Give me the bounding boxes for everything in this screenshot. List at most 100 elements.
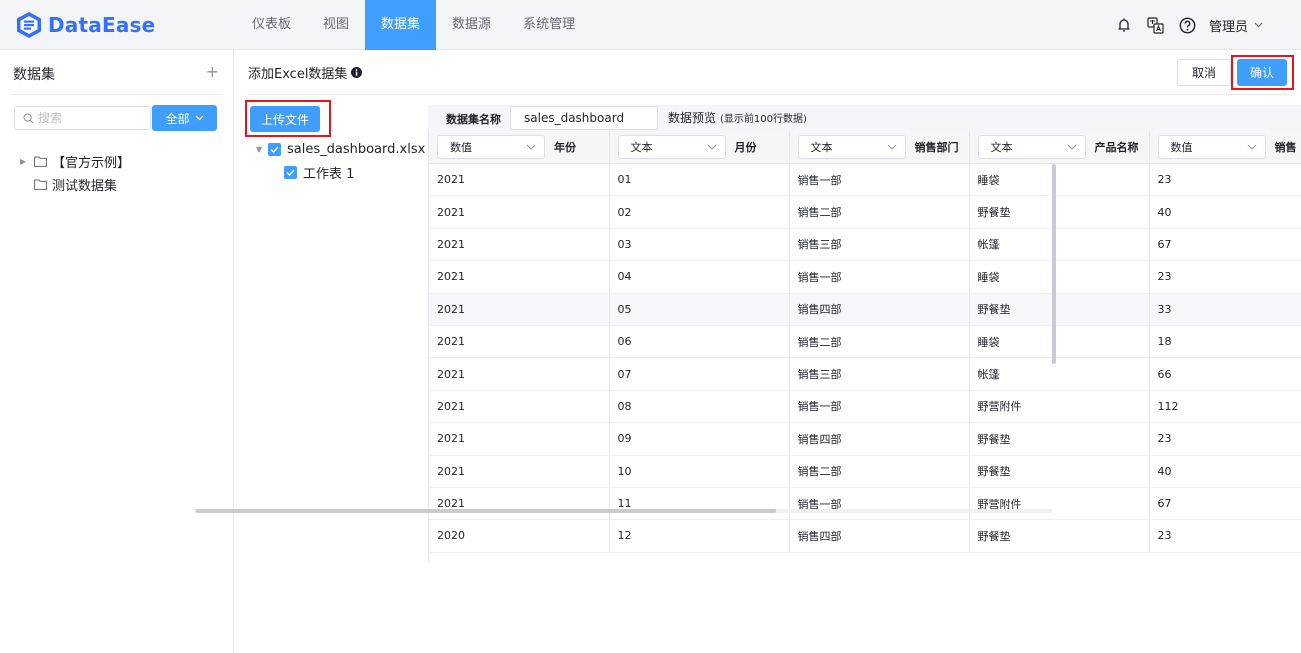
table-cell: 67	[1149, 228, 1301, 262]
nav-datasource[interactable]: 数据源	[436, 0, 507, 50]
field-type-select[interactable]: 文本	[797, 135, 906, 159]
sidebar-title: 数据集	[13, 67, 55, 83]
sheet-name: 工作表 1	[303, 167, 355, 182]
chevron-down-icon	[887, 144, 896, 150]
cancel-button[interactable]: 取消	[1177, 59, 1231, 86]
table-body: 2021 01 销售一部 睡袋 23 2021 02 销售二部 野餐垫 40 2021 03 销售三部帐…	[429, 163, 1301, 553]
table-row[interactable]: 2021 05 销售四部 野餐垫 33	[429, 293, 1301, 326]
table-cell: 2021	[429, 357, 610, 391]
table-row[interactable]: 2021 03 销售三部 帐篷 67	[429, 228, 1301, 262]
table-cell: 11	[609, 487, 790, 521]
horizontal-scrollbar[interactable]	[196, 509, 776, 513]
preview-table-container[interactable]: 数值 年份 文本 月份 文本 销售部门 文本 产品名称 数值 销售 2021 01 销售一部 睡袋 23 2…	[428, 131, 1301, 563]
table-cell: 帐篷	[969, 357, 1150, 391]
table-cell: 销售三部	[789, 357, 970, 391]
highlight-box	[1231, 55, 1294, 90]
notification-icon[interactable]	[1115, 16, 1133, 34]
help-icon[interactable]	[1179, 16, 1197, 34]
table-cell: 销售四部	[789, 422, 970, 456]
checkbox-checked[interactable]	[284, 166, 297, 179]
table-row[interactable]: 2021 06 销售二部 睡袋 18	[429, 325, 1301, 359]
table-header-row: 数值 年份 文本 月份 文本 销售部门 文本 产品名称 数值 销售	[429, 131, 1301, 164]
table-cell: 销售一部	[789, 260, 970, 294]
preview-table: 数值 年份 文本 月份 文本 销售部门 文本 产品名称 数值 销售 2021 01 销售一部 睡袋 23 2…	[429, 131, 1301, 553]
field-type-select[interactable]: 数值	[437, 135, 545, 159]
dataset-name-input[interactable]: sales_dashboard	[510, 106, 658, 130]
file-item[interactable]: ▼ sales_dashboard.xlsx	[256, 138, 425, 161]
table-row[interactable]: 2021 04 销售一部 睡袋 23	[429, 260, 1301, 294]
caret-down-icon[interactable]: ▼	[256, 145, 268, 154]
filter-label: 全部	[165, 111, 190, 126]
nav-dataset[interactable]: 数据集	[365, 0, 437, 50]
divider	[13, 94, 220, 95]
tree-item-test[interactable]: 测试数据集	[20, 173, 130, 196]
checkbox-checked[interactable]	[268, 143, 281, 156]
table-cell: 07	[609, 357, 790, 391]
table-cell: 销售一部	[789, 390, 970, 424]
filter-dropdown[interactable]: 全部	[152, 105, 217, 131]
add-icon[interactable]: +	[206, 62, 219, 81]
field-type-select[interactable]: 文本	[977, 135, 1086, 159]
chevron-down-icon	[707, 144, 716, 150]
table-cell: 野餐垫	[969, 422, 1150, 456]
dataease-logo-icon	[17, 12, 41, 38]
table-cell: 33	[1149, 293, 1301, 326]
table-cell: 2021	[429, 163, 610, 197]
table-cell: 2021	[429, 325, 610, 359]
main-content: 添加Excel数据集 取消 确认 上传文件 ▼ sales_dashboard.…	[234, 50, 1301, 653]
logo[interactable]: DataEase	[16, 10, 155, 40]
table-cell: 2020	[429, 519, 610, 553]
table-row[interactable]: 2021 09 销售四部 野餐垫 23	[429, 422, 1301, 456]
table-cell: 18	[1149, 325, 1301, 359]
field-type-select[interactable]: 数值	[1157, 135, 1266, 159]
table-cell: 2021	[429, 260, 610, 294]
translate-icon[interactable]	[1147, 16, 1165, 34]
info-icon[interactable]	[351, 67, 363, 78]
user-menu[interactable]: 管理员	[1209, 16, 1263, 35]
table-cell: 23	[1149, 163, 1301, 197]
dataset-sidebar: 数据集 + 全部 ▶ 【官方示例】 测试数据集	[0, 50, 234, 653]
main-nav: 仪表板 视图 数据集 数据源 系统管理	[236, 0, 591, 50]
folder-icon	[34, 179, 47, 190]
nav-dashboard[interactable]: 仪表板	[236, 0, 307, 50]
table-row[interactable]: 2021 11 销售一部 野营附件 67	[429, 487, 1301, 521]
search-input[interactable]	[38, 111, 138, 125]
caret-right-icon[interactable]: ▶	[20, 157, 32, 166]
check-icon	[270, 146, 279, 153]
table-cell: 销售三部	[789, 228, 970, 262]
table-cell: 销售二部	[789, 195, 970, 229]
table-row[interactable]: 2020 12 销售四部 野餐垫 23	[429, 519, 1301, 553]
sheet-item[interactable]: 工作表 1	[256, 161, 425, 184]
table-cell: 销售一部	[789, 487, 970, 521]
table-cell: 2021	[429, 422, 610, 456]
table-cell: 销售一部	[789, 163, 970, 197]
table-row[interactable]: 2021 07 销售三部 帐篷 66	[429, 357, 1301, 391]
tree-item-official[interactable]: ▶ 【官方示例】	[20, 150, 130, 173]
tree-item-label: 测试数据集	[52, 179, 118, 194]
table-cell: 66	[1149, 357, 1301, 391]
column-header: 数值 销售	[1149, 131, 1301, 164]
header-right: 管理员	[1101, 0, 1263, 50]
field-type-select[interactable]: 文本	[617, 135, 726, 159]
nav-system[interactable]: 系统管理	[507, 0, 591, 50]
table-cell: 睡袋	[969, 260, 1150, 294]
nav-view[interactable]: 视图	[307, 0, 365, 50]
search-icon	[23, 112, 34, 123]
table-cell: 销售二部	[789, 455, 970, 488]
file-name: sales_dashboard.xlsx	[287, 142, 426, 157]
column-name: 年份	[554, 141, 576, 154]
field-type-label: 数值	[450, 141, 472, 154]
table-row[interactable]: 2021 02 销售二部 野餐垫 40	[429, 195, 1301, 229]
table-row[interactable]: 2021 08 销售一部 野营附件 112	[429, 390, 1301, 424]
table-row[interactable]: 2021 01 销售一部 睡袋 23	[429, 163, 1301, 197]
table-cell: 2021	[429, 195, 610, 229]
table-cell: 04	[609, 260, 790, 294]
vertical-scrollbar[interactable]	[1052, 164, 1056, 364]
column-name: 销售	[1274, 141, 1297, 154]
table-row[interactable]: 2021 10 销售二部 野餐垫 40	[429, 455, 1301, 488]
user-name: 管理员	[1208, 19, 1248, 35]
search-box	[14, 106, 151, 130]
table-cell: 01	[609, 163, 790, 197]
preview-info-bar: 数据集名称 sales_dashboard 数据预览 (显示前100行数据)	[428, 105, 1301, 131]
highlight-box	[245, 100, 331, 137]
